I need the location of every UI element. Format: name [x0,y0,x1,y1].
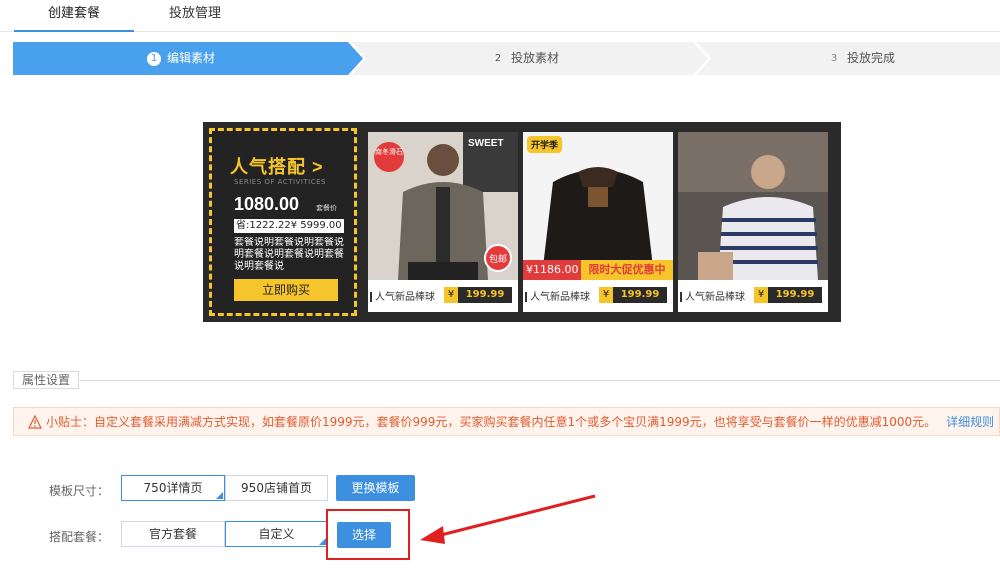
product-card[interactable]: 开学季 ¥1186.00 限时大促优惠中 人气新品棒球 ¥ 199.99 [523,132,673,312]
free-shipping-badge: 包邮 [484,244,512,272]
product-price: ¥ 199.99 [754,287,822,303]
warning-icon [28,414,42,429]
step-label: 投放完成 [847,51,896,65]
product-price: ¥ 199.99 [599,287,667,303]
promo-badge: 南冬滑石 [374,142,404,172]
bundle-label: 搭配套餐： [49,530,110,544]
buy-now-button[interactable]: 立即购买 [234,279,338,301]
template-size-label: 模板尺寸： [49,484,110,498]
yen-icon: ¥ [599,287,613,303]
change-template-button[interactable]: 更换模板 [336,475,415,501]
product-image [678,132,828,280]
detailed-rules-link[interactable]: 详细规则 [946,413,994,430]
product-caption: 人气新品棒球 [525,288,590,303]
sale-price-tag: ¥1186.00 [523,260,581,280]
step-label: 投放素材 [511,51,560,65]
product-price: ¥ 199.99 [444,287,512,303]
tab-create-bundle[interactable]: 创建套餐 [14,0,134,32]
promo-tag: 开学季 [527,136,563,153]
product-caption: 人气新品棒球 [370,288,435,303]
promo-subtitle: SERIES OF ACTIVITICES [234,178,326,186]
promo-original-price: 省:1222.22¥ 5999.00 [234,219,344,233]
product-card[interactable]: SWEET 南冬滑石 包邮 人气新品棒球 ¥ 199.99 [368,132,518,312]
tab-delivery-management[interactable]: 投放管理 [150,0,240,32]
price-value: 199.99 [613,287,667,303]
tip-text: 小贴士：自定义套餐采用满减方式实现，如套餐原价1999元，套餐价999元，买家购… [46,415,937,429]
step-delivery-complete: 3 投放完成 [827,42,895,75]
custom-bundle-option[interactable]: 自定义 [225,521,328,547]
shirt-print-text: SWEET [468,138,504,149]
bundle-banner-preview: 人气搭配 > SERIES OF ACTIVITICES 1080.00 套餐价… [203,122,841,322]
top-tabs: 创建套餐 投放管理 [0,0,1000,32]
step-number: 2 [494,52,502,64]
template-950-option[interactable]: 950店铺首页 [225,475,328,501]
promo-description: 套餐说明套餐说明套餐说明套餐说明套餐说明套餐说明套餐说 [234,237,344,272]
tip-bar: 小贴士：自定义套餐采用满减方式实现，如套餐原价1999元，套餐价999元，买家购… [13,407,1000,436]
promo-panel: 人气搭配 > SERIES OF ACTIVITICES 1080.00 套餐价… [209,128,357,316]
section-divider [13,380,1000,381]
template-750-option[interactable]: 750详情页 [121,475,225,501]
progress-stepper: 1 编辑素材 2 投放素材 3 投放完成 [13,42,1000,75]
promo-title: 人气搭配 > [230,157,324,177]
step-edit-material: 1 编辑素材 [147,42,215,75]
product-card[interactable]: 人气新品棒球 ¥ 199.99 [678,132,828,312]
section-title: 属性设置 [13,371,80,389]
price-value: 199.99 [768,287,822,303]
yen-icon: ¥ [754,287,768,303]
price-value: 199.99 [458,287,512,303]
product-caption: 人气新品棒球 [680,288,745,303]
limited-offer-tag: 限时大促优惠中 [581,260,673,280]
step-number: 3 [830,52,838,64]
product-image: SWEET 南冬滑石 包邮 [368,132,518,280]
step-deliver-material: 2 投放素材 [491,42,559,75]
yen-icon: ¥ [444,287,458,303]
promo-price: 1080.00 [234,194,300,214]
annotation-arrow-icon [420,494,596,544]
step-label: 编辑素材 [167,51,216,65]
step-number: 1 [147,51,161,66]
official-bundle-option[interactable]: 官方套餐 [121,521,225,547]
annotation-highlight-box [326,509,410,560]
product-image: 开学季 ¥1186.00 限时大促优惠中 [523,132,673,280]
promo-price-unit: 套餐价 [316,204,337,212]
